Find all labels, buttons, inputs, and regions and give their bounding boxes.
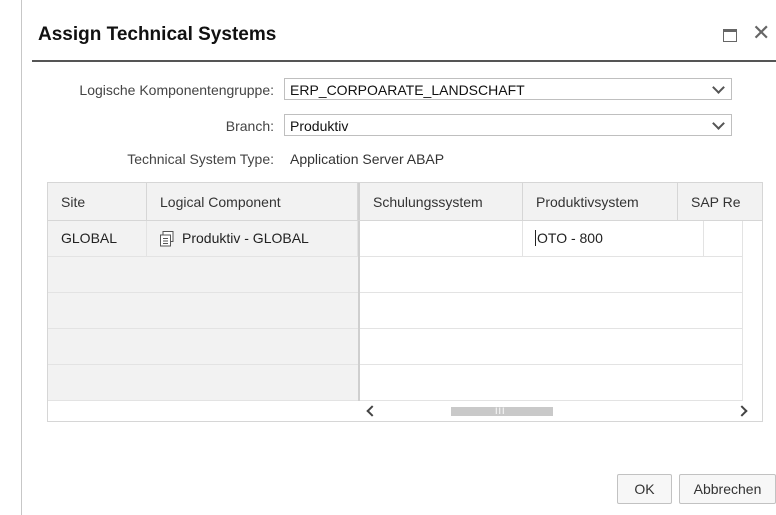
table-header: Site Logical Component Schulungssystem P… bbox=[48, 183, 762, 221]
empty-cell bbox=[48, 329, 358, 364]
ok-button[interactable]: OK bbox=[617, 474, 672, 504]
chevron-down-icon bbox=[712, 81, 725, 94]
title-divider bbox=[32, 60, 776, 62]
group-label: Logische Komponentengruppe: bbox=[79, 82, 274, 98]
dialog-title: Assign Technical Systems bbox=[38, 24, 277, 45]
fixed-column-divider bbox=[358, 221, 360, 401]
empty-cell bbox=[48, 293, 358, 328]
branch-select[interactable]: Produktiv bbox=[284, 114, 732, 136]
column-header-produktivsystem[interactable]: Produktivsystem bbox=[523, 183, 678, 220]
column-header-sap-re[interactable]: SAP Re bbox=[678, 183, 762, 220]
empty-cell bbox=[48, 257, 358, 292]
cell-schulungssystem[interactable] bbox=[360, 221, 523, 256]
technical-systems-table: Site Logical Component Schulungssystem P… bbox=[47, 182, 763, 422]
table-row bbox=[48, 257, 742, 293]
cell-logical-component: Produktiv - GLOBAL bbox=[147, 221, 358, 256]
produktivsystem-input[interactable]: OTO - 800 bbox=[523, 221, 704, 256]
branch-value: Produktiv bbox=[290, 118, 349, 134]
close-icon[interactable]: ✕ bbox=[752, 22, 770, 44]
cell-sap-re[interactable] bbox=[704, 221, 742, 256]
column-header-site[interactable]: Site bbox=[48, 183, 147, 220]
horizontal-scrollbar[interactable]: III bbox=[358, 401, 762, 421]
dialog-header: Assign Technical Systems ✕ bbox=[22, 0, 776, 62]
branch-label: Branch: bbox=[225, 118, 274, 134]
vertical-scrollbar[interactable] bbox=[742, 221, 762, 401]
column-header-schulungssystem[interactable]: Schulungssystem bbox=[358, 183, 523, 220]
table-row bbox=[48, 365, 742, 401]
chevron-right-icon[interactable] bbox=[736, 405, 748, 417]
table-row bbox=[48, 329, 742, 365]
table-row bbox=[48, 293, 742, 329]
logical-component-icon bbox=[160, 231, 174, 247]
empty-cell bbox=[48, 365, 358, 400]
produktivsystem-value: OTO - 800 bbox=[535, 230, 603, 246]
maximize-icon[interactable] bbox=[723, 29, 737, 42]
component-group-select[interactable]: ERP_CORPOARATE_LANDSCHAFT bbox=[284, 78, 732, 100]
system-type-label: Technical System Type: bbox=[127, 151, 274, 167]
scrollbar-grip: III bbox=[495, 406, 506, 416]
column-header-logical-component[interactable]: Logical Component bbox=[147, 183, 358, 220]
table-row[interactable]: GLOBAL Produktiv - GLOBAL OTO - 800 bbox=[48, 221, 742, 257]
cell-site: GLOBAL bbox=[48, 221, 147, 256]
system-type-value: Application Server ABAP bbox=[290, 151, 445, 167]
scrollbar-thumb[interactable]: III bbox=[451, 407, 553, 416]
component-group-value: ERP_CORPOARATE_LANDSCHAFT bbox=[290, 82, 525, 98]
assign-technical-systems-dialog: Assign Technical Systems ✕ Logische Komp… bbox=[22, 0, 776, 515]
chevron-left-icon[interactable] bbox=[366, 405, 378, 417]
chevron-down-icon bbox=[712, 117, 725, 130]
logical-component-text: Produktiv - GLOBAL bbox=[182, 230, 309, 246]
cancel-button[interactable]: Abbrechen bbox=[679, 474, 776, 504]
